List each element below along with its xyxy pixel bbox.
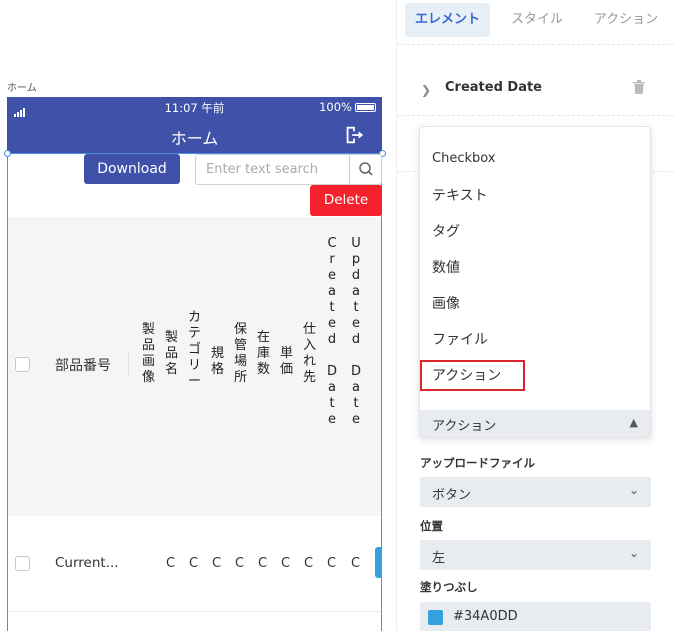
column-header-storage: 保管場所 [234,322,248,385]
dropdown-option-tag[interactable]: タグ [432,221,460,241]
field-name: Created Date [445,80,542,95]
row-cell: C [304,556,314,571]
column-header-product-image: 製品画像 [142,322,156,385]
column-header-stock: 在庫数 [257,330,271,377]
row-action-button[interactable] [375,547,382,578]
column-header-unit-price: 単価 [280,346,294,377]
field-type-dropdown: Checkbox テキスト タグ 数値 画像 ファイル アクション アクション … [419,126,651,438]
position-label: 位置 [420,519,443,533]
resize-handle[interactable] [4,150,11,157]
row-cell-part-number: Current... [55,555,119,571]
row-cell: C [327,556,337,571]
field-row-created-date[interactable]: ❯ Created Date [397,59,674,116]
header-title: ホーム [170,129,219,148]
search-button[interactable] [349,155,381,184]
fill-color-value: #34A0DD [453,609,518,624]
status-bar: 11:07 午前 100% [7,97,382,117]
screen-label: ホーム [7,83,37,94]
option-highlight-box [420,360,525,391]
dropdown-option-file[interactable]: ファイル [432,329,488,349]
row-cell: C [166,556,176,571]
column-header-product-name: 製品名 [165,330,179,377]
battery-icon [355,103,376,112]
row-checkbox[interactable] [15,556,30,571]
column-header-part-number: 部品番号 [55,358,111,374]
select-all-checkbox[interactable] [15,357,30,372]
chevron-down-icon: ⌄ [628,546,639,560]
dropdown-option-checkbox[interactable]: Checkbox [432,151,496,166]
upload-file-label: アップロードファイル [420,456,535,470]
tab-style[interactable]: スタイル [497,3,577,37]
column-header-supplier: 仕入れ先 [303,322,317,385]
row-cell: C [189,556,199,571]
position-value: 左 [432,551,446,566]
fill-color-input[interactable]: #34A0DD [420,602,651,631]
dropdown-option-image[interactable]: 画像 [432,293,460,313]
delete-button[interactable]: Delete [310,185,382,216]
tab-element[interactable]: エレメント [405,3,490,37]
column-header-updated-date: Updated Date [350,236,361,427]
row-cell: C [258,556,268,571]
row-cell: C [281,556,291,571]
column-header-created-date: Created Date [326,236,337,427]
app-header: ホーム [7,117,382,154]
dropdown-option-text[interactable]: テキスト [432,185,488,205]
panel-tabs: エレメント スタイル アクション [397,0,674,45]
column-divider [128,353,129,377]
color-swatch[interactable] [428,610,443,625]
editor-canvas: ホーム 11:07 午前 100% ホーム Download Enter tex… [0,0,396,631]
column-header-category: カテゴリー [188,310,202,389]
trash-icon[interactable] [633,80,645,94]
chevron-up-icon: ▲ [629,416,638,429]
tab-action[interactable]: アクション [585,3,667,37]
download-button[interactable]: Download [84,154,180,184]
fill-label: 塗りつぶし [420,580,478,594]
search-input[interactable] [196,155,350,184]
row-cell: C [235,556,245,571]
upload-file-select[interactable]: ボタン ⌄ [420,477,651,507]
field-type-select[interactable]: アクション ▲ [420,410,650,437]
upload-file-value: ボタン [432,488,472,503]
row-cell: C [212,556,222,571]
position-select[interactable]: 左 ⌄ [420,540,651,570]
chevron-down-icon: ⌄ [628,483,639,497]
dropdown-option-number[interactable]: 数値 [432,257,460,277]
chevron-right-icon[interactable]: ❯ [421,83,431,97]
field-type-value: アクション [432,419,497,434]
battery-indicator: 100% [319,100,376,114]
column-header-spec: 規格 [211,346,225,377]
logout-icon[interactable] [343,124,365,146]
battery-percent: 100% [319,100,352,114]
search-box [195,154,382,185]
search-icon [359,162,373,176]
row-cell: C [351,556,361,571]
